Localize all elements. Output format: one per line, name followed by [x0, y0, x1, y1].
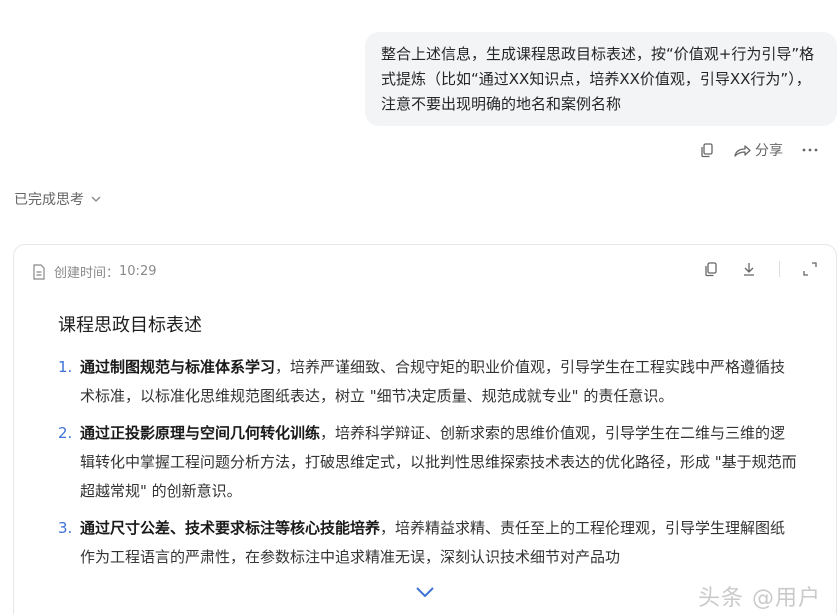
message-actions: 分享: [699, 140, 819, 160]
toolbar-divider: [779, 261, 780, 277]
list-item: 3. 通过尺寸公差、技术要求标注等核心技能培养，培养精益求精、责任至上的工程伦理观…: [58, 514, 798, 572]
scroll-down-button[interactable]: [403, 574, 447, 610]
item-heading: 通过正投影原理与空间几何转化训练: [80, 424, 321, 442]
share-icon: [733, 142, 751, 158]
chevron-down-icon: [90, 193, 102, 205]
user-message-text: 整合上述信息，生成课程思政目标表述，按“价值观+行为引导”格式提炼（比如“通过X…: [381, 45, 815, 113]
item-heading: 通过尺寸公差、技术要求标注等核心技能培养: [80, 519, 381, 537]
item-heading: 通过制图规范与标准体系学习: [80, 358, 276, 376]
share-label: 分享: [755, 143, 783, 159]
copy-icon[interactable]: [703, 261, 719, 277]
list-item: 2. 通过正投影原理与空间几何转化训练，培养科学辩证、创新求索的思维价值观，引导学…: [58, 419, 798, 506]
document-toolbar: [703, 261, 818, 277]
user-message-bubble: 整合上述信息，生成课程思政目标表述，按“价值观+行为引导”格式提炼（比如“通过X…: [365, 32, 837, 126]
list-item: 1. 通过制图规范与标准体系学习，培养严谨细致、合规守矩的职业价值观，引导学生在工…: [58, 353, 798, 411]
document-card: 创建时间： 10:29 课程思政目标表述 1. 通过制图规范与标准体系学习，培养严谨…: [13, 244, 837, 614]
created-time: 10:29: [119, 264, 157, 279]
document-icon: [32, 263, 46, 280]
expand-icon[interactable]: [802, 261, 818, 277]
chevron-down-icon: [415, 586, 435, 598]
thought-toggle[interactable]: 已完成思考: [14, 189, 102, 209]
watermark: 头条 @用户: [698, 586, 821, 611]
document-meta: 创建时间： 10:29: [32, 262, 156, 281]
item-number: 1.: [58, 358, 73, 376]
item-number: 3.: [58, 519, 73, 537]
created-label: 创建时间：: [54, 266, 120, 281]
copy-icon[interactable]: [699, 142, 715, 158]
thought-label: 已完成思考: [14, 192, 84, 208]
document-title: 课程思政目标表述: [58, 315, 202, 336]
share-button[interactable]: 分享: [733, 140, 783, 160]
more-icon[interactable]: [801, 142, 819, 158]
download-icon[interactable]: [741, 261, 757, 277]
item-number: 2.: [58, 424, 73, 442]
objective-list: 1. 通过制图规范与标准体系学习，培养严谨细致、合规守矩的职业价值观，引导学生在工…: [58, 353, 798, 580]
